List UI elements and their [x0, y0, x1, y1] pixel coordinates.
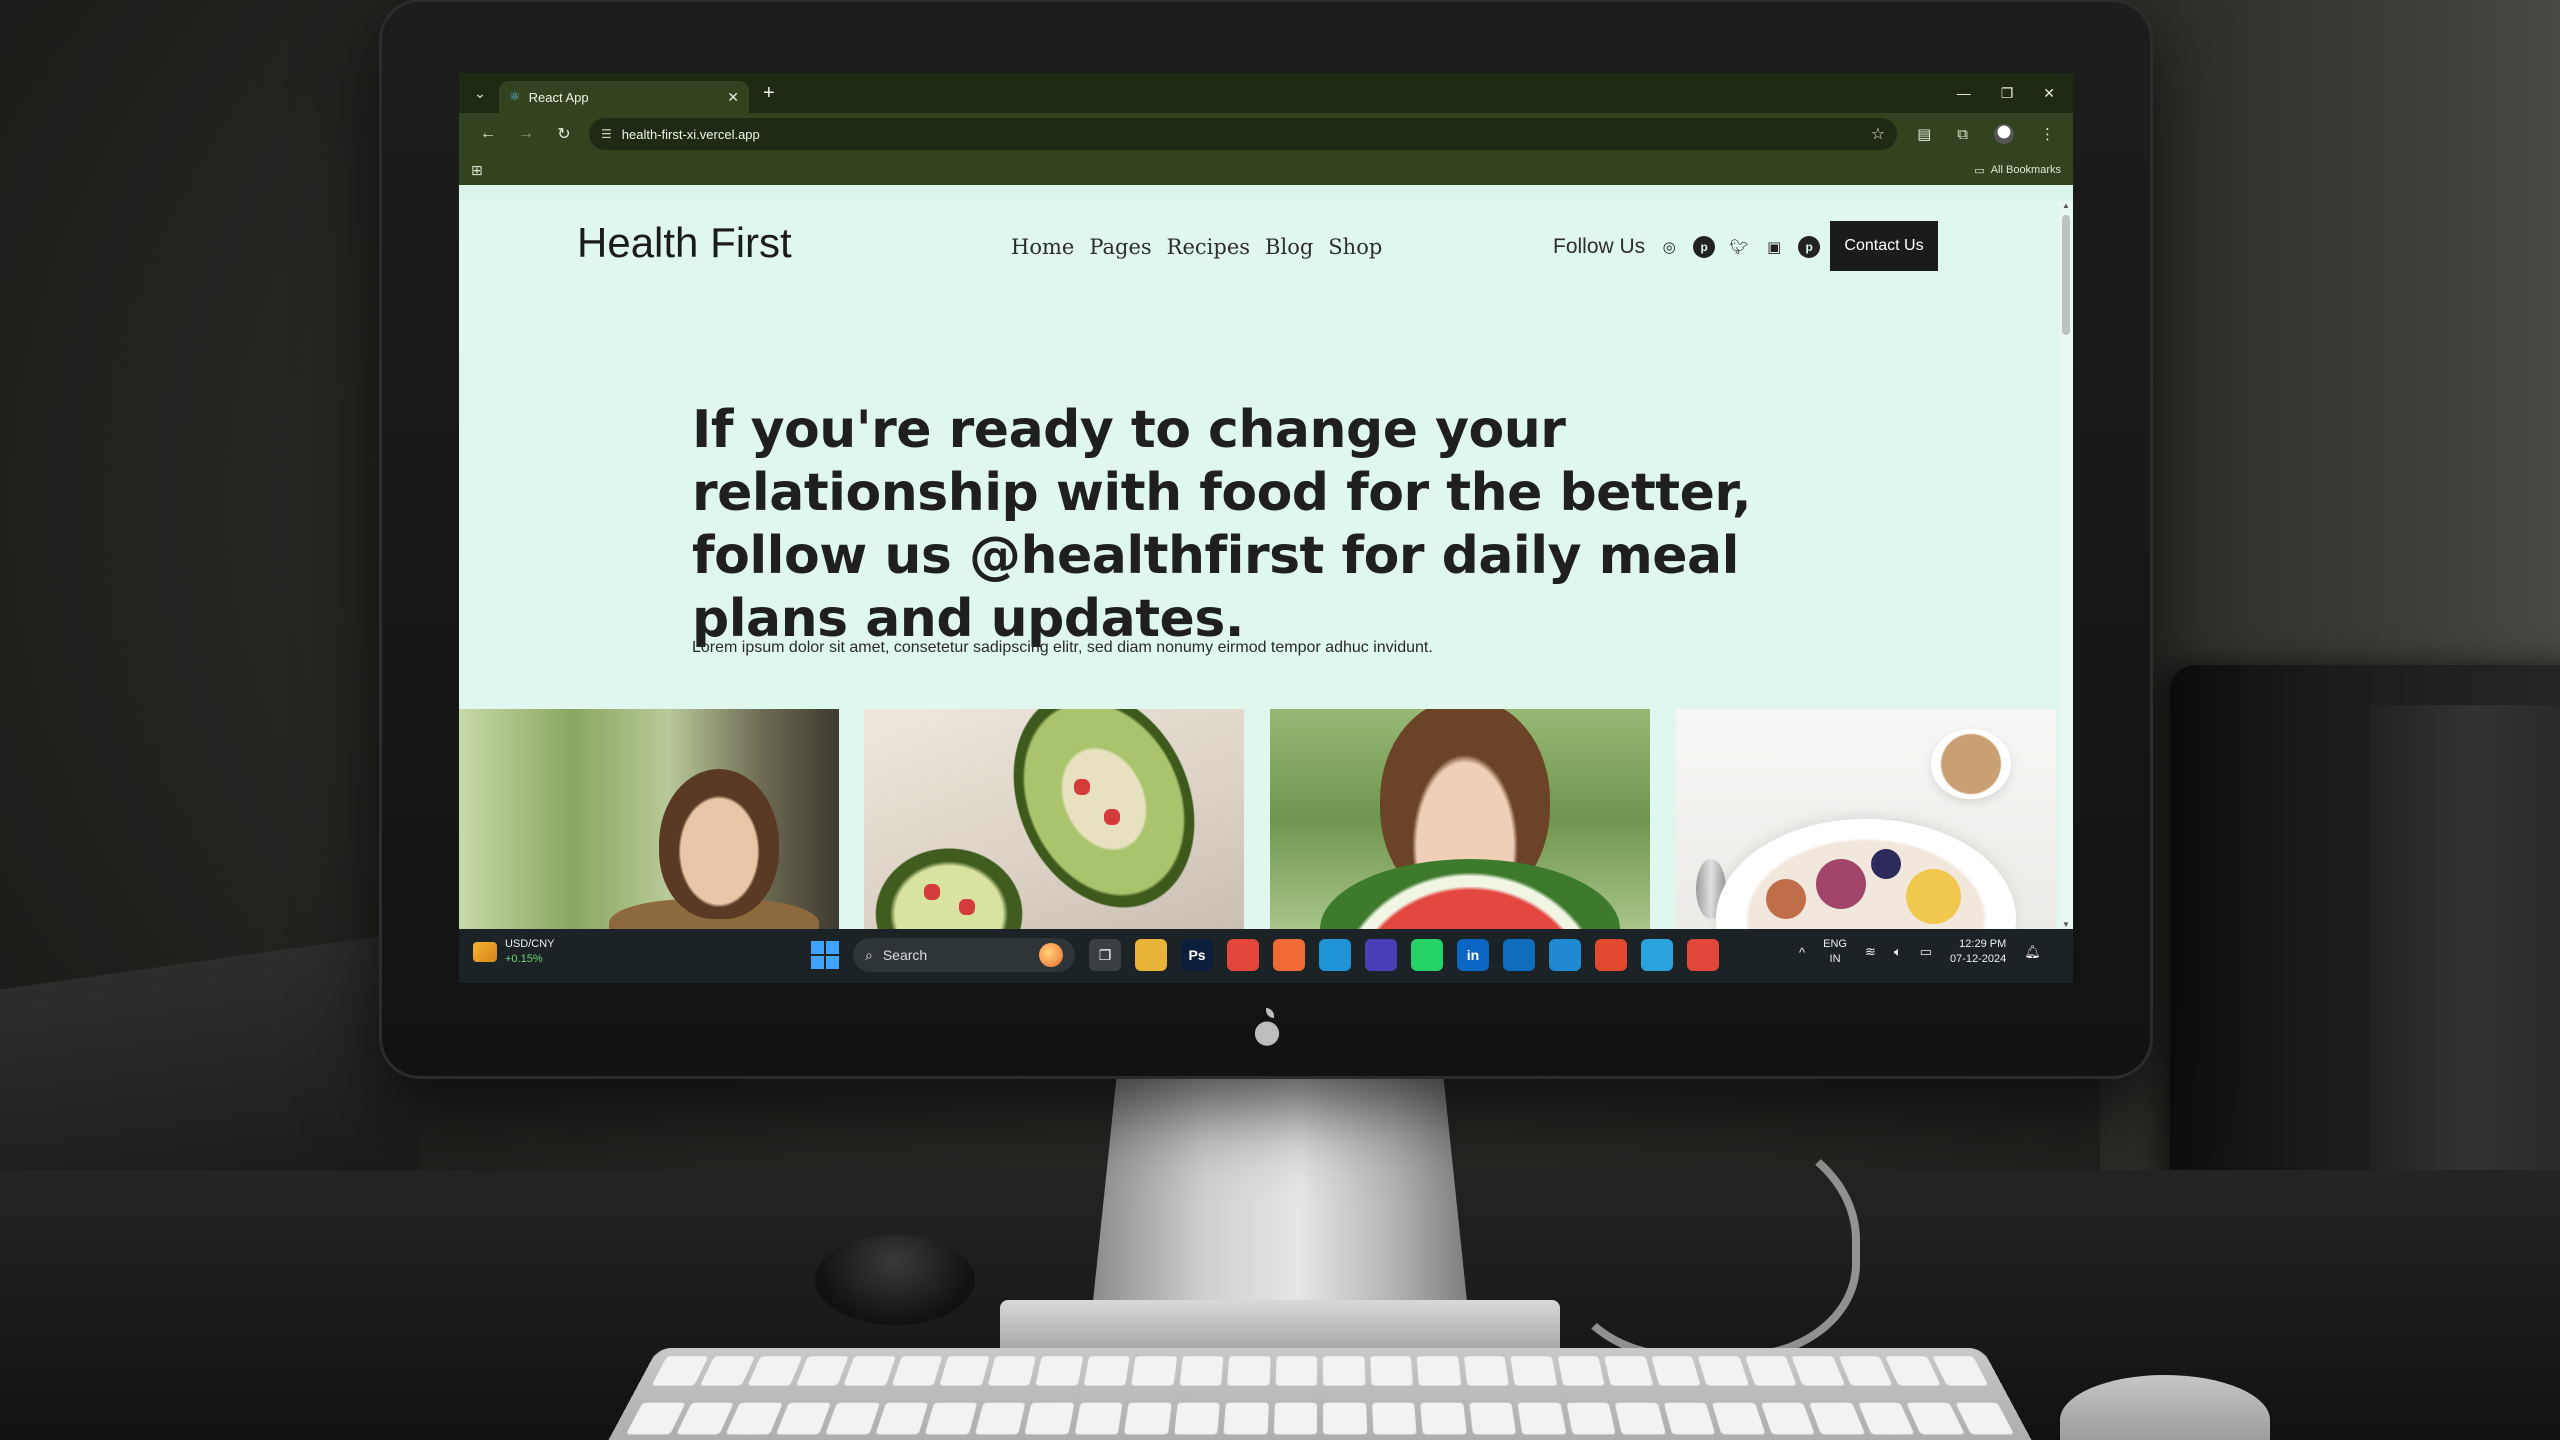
twitter-icon[interactable]: 🐦︎: [1728, 236, 1750, 258]
wifi-icon[interactable]: ≋: [1865, 944, 1876, 960]
clock-date: 07-12-2024: [1949, 953, 2007, 965]
show-hidden-icons-icon[interactable]: ^: [1799, 945, 1805, 960]
nav-pages[interactable]: Pages: [1089, 235, 1151, 259]
smiling-woman-photo[interactable]: [459, 709, 839, 929]
profile-avatar[interactable]: [1994, 124, 2014, 144]
minimize-icon[interactable]: —: [1957, 85, 1971, 102]
apps-grid-icon[interactable]: ⊞: [471, 162, 483, 179]
tab-react-app[interactable]: ⚛ React App ✕: [499, 81, 749, 113]
clock-time: 12:29 PM: [1959, 938, 2007, 950]
new-tab-button[interactable]: +: [763, 82, 775, 105]
nav-shop[interactable]: Shop: [1328, 235, 1382, 259]
restore-icon[interactable]: ❐: [2001, 85, 2014, 102]
follow-us-label: Follow Us: [1553, 235, 1646, 258]
forward-icon[interactable]: →: [507, 125, 545, 143]
shopping-bag-icon[interactable]: ▣: [1763, 236, 1785, 258]
instagram-icon[interactable]: ◎: [1658, 236, 1680, 258]
language-indicator[interactable]: ENG IN: [1823, 937, 1847, 967]
vscode-icon[interactable]: [1549, 939, 1581, 971]
address-bar[interactable]: ☰ health-first-xi.vercel.app ☆: [589, 118, 1898, 150]
currency-widget[interactable]: USD/CNY +0.15%: [473, 937, 555, 967]
photoshop-icon[interactable]: Ps: [1181, 939, 1213, 971]
lang-bottom: IN: [1829, 953, 1841, 965]
close-window-icon[interactable]: ✕: [2043, 85, 2055, 102]
lang-top: ENG: [1823, 938, 1847, 950]
all-bookmarks-label: All Bookmarks: [1990, 164, 2061, 176]
chrome-icon[interactable]: [1227, 939, 1259, 971]
app-icon[interactable]: [1365, 939, 1397, 971]
browser-toolbar: ← → ↻ ☰ health-first-xi.vercel.app ☆ ▤ ⧉…: [459, 113, 2073, 155]
tab-search-icon[interactable]: ⌄: [465, 79, 495, 107]
fruit-bowl-breakfast-photo[interactable]: [1676, 709, 2056, 929]
nav-recipes[interactable]: Recipes: [1167, 235, 1250, 259]
site-header: Health First Home Pages Recipes Blog Sho…: [459, 201, 2059, 291]
nav-blog[interactable]: Blog: [1265, 235, 1313, 259]
edge-icon[interactable]: [1319, 939, 1351, 971]
back-icon[interactable]: ←: [469, 125, 507, 143]
pinterest-icon[interactable]: p: [1693, 236, 1716, 258]
volume-icon[interactable]: 🔈︎: [1894, 944, 1902, 960]
power-cable: [1560, 1120, 1860, 1360]
desk-puck: [815, 1235, 975, 1325]
bookmark-star-icon[interactable]: ☆: [1871, 124, 1885, 144]
ticker-name: USD/CNY: [505, 938, 555, 950]
page-scrollbar[interactable]: ▲ ▼: [2059, 201, 2073, 929]
taskbar-search[interactable]: ⌕ Search: [853, 938, 1075, 972]
task-view-icon[interactable]: ❐: [1089, 939, 1121, 971]
close-tab-icon[interactable]: ✕: [727, 89, 739, 106]
windows-taskbar: USD/CNY +0.15% ⌕ Search ❐ Ps in ^ ENG IN …: [459, 929, 2073, 983]
monitor-stand: [1090, 1040, 1470, 1330]
whatsapp-icon[interactable]: [1411, 939, 1443, 971]
web-page: Health First Home Pages Recipes Blog Sho…: [459, 201, 2059, 929]
hero-lede: Lorem ipsum dolor sit amet, consetetur s…: [692, 639, 1433, 656]
linkedin-icon[interactable]: in: [1457, 939, 1489, 971]
bing-icon: [1039, 943, 1063, 967]
search-icon: ⌕: [865, 946, 873, 963]
nav-home[interactable]: Home: [1011, 235, 1074, 259]
postman-icon[interactable]: [1273, 939, 1305, 971]
photo-gallery: [459, 709, 2059, 929]
keyboard: [599, 1347, 2041, 1440]
puzzle-icon[interactable]: ⧉: [1957, 126, 1968, 143]
hero-handle-link[interactable]: @healthfirst: [969, 526, 1324, 586]
main-nav: Home Pages Recipes Blog Shop: [1011, 235, 1382, 259]
pinterest-icon[interactable]: p: [1798, 236, 1821, 258]
maps-icon[interactable]: [1595, 939, 1627, 971]
extension-icon[interactable]: ▤: [1917, 125, 1931, 143]
notification-bell-icon[interactable]: 🔔︎: [2024, 944, 2041, 960]
currency-icon: [473, 942, 497, 962]
ticker-change: +0.15%: [505, 953, 543, 965]
chrome-active-icon[interactable]: [1687, 939, 1719, 971]
scrollbar-thumb[interactable]: [2062, 215, 2070, 335]
url-text[interactable]: health-first-xi.vercel.app: [622, 127, 1871, 142]
battery-icon[interactable]: ▭: [1920, 944, 1932, 960]
follow-us: Follow Us ◎ p 🐦︎ ▣ p: [1553, 235, 1821, 259]
hero-heading: If you're ready to change your relations…: [692, 399, 1812, 651]
contact-us-button[interactable]: Contact Us: [1830, 221, 1938, 271]
clock[interactable]: 12:29 PM 07-12-2024: [1950, 937, 2006, 967]
file-explorer-icon[interactable]: [1135, 939, 1167, 971]
search-placeholder: Search: [882, 947, 928, 963]
telegram-icon[interactable]: [1641, 939, 1673, 971]
outlook-icon[interactable]: [1503, 939, 1535, 971]
menu-kebab-icon[interactable]: ⋮: [2040, 125, 2055, 143]
woman-with-watermelon-photo[interactable]: [1270, 709, 1650, 929]
tab-title: React App: [528, 89, 589, 105]
bookmarks-bar: ⊞ ▭ All Bookmarks: [459, 155, 2073, 185]
browser-tab-bar: ⌄ ⚛ React App ✕ + — ❐ ✕: [459, 73, 2073, 113]
folder-icon: ▭: [1974, 164, 1985, 177]
stuffed-avocado-photo[interactable]: [864, 709, 1244, 929]
react-icon: ⚛: [509, 89, 521, 104]
apple-logo-icon: [1252, 1008, 1282, 1048]
all-bookmarks-button[interactable]: ▭ All Bookmarks: [1974, 164, 2061, 177]
site-info-icon[interactable]: ☰: [601, 127, 612, 141]
scroll-up-icon[interactable]: ▲: [2062, 201, 2070, 210]
monitor-screen: ⌄ ⚛ React App ✕ + — ❐ ✕ ← → ↻ ☰ health-f…: [459, 73, 2073, 983]
reload-icon[interactable]: ↻: [545, 124, 583, 144]
windows-start-icon[interactable]: [811, 941, 839, 969]
scroll-down-icon[interactable]: ▼: [2062, 920, 2070, 929]
site-brand[interactable]: Health First: [577, 219, 792, 267]
system-tray: ^ ENG IN ≋ 🔈︎ ▭ 12:29 PM 07-12-2024 🔔︎: [1799, 937, 2041, 967]
